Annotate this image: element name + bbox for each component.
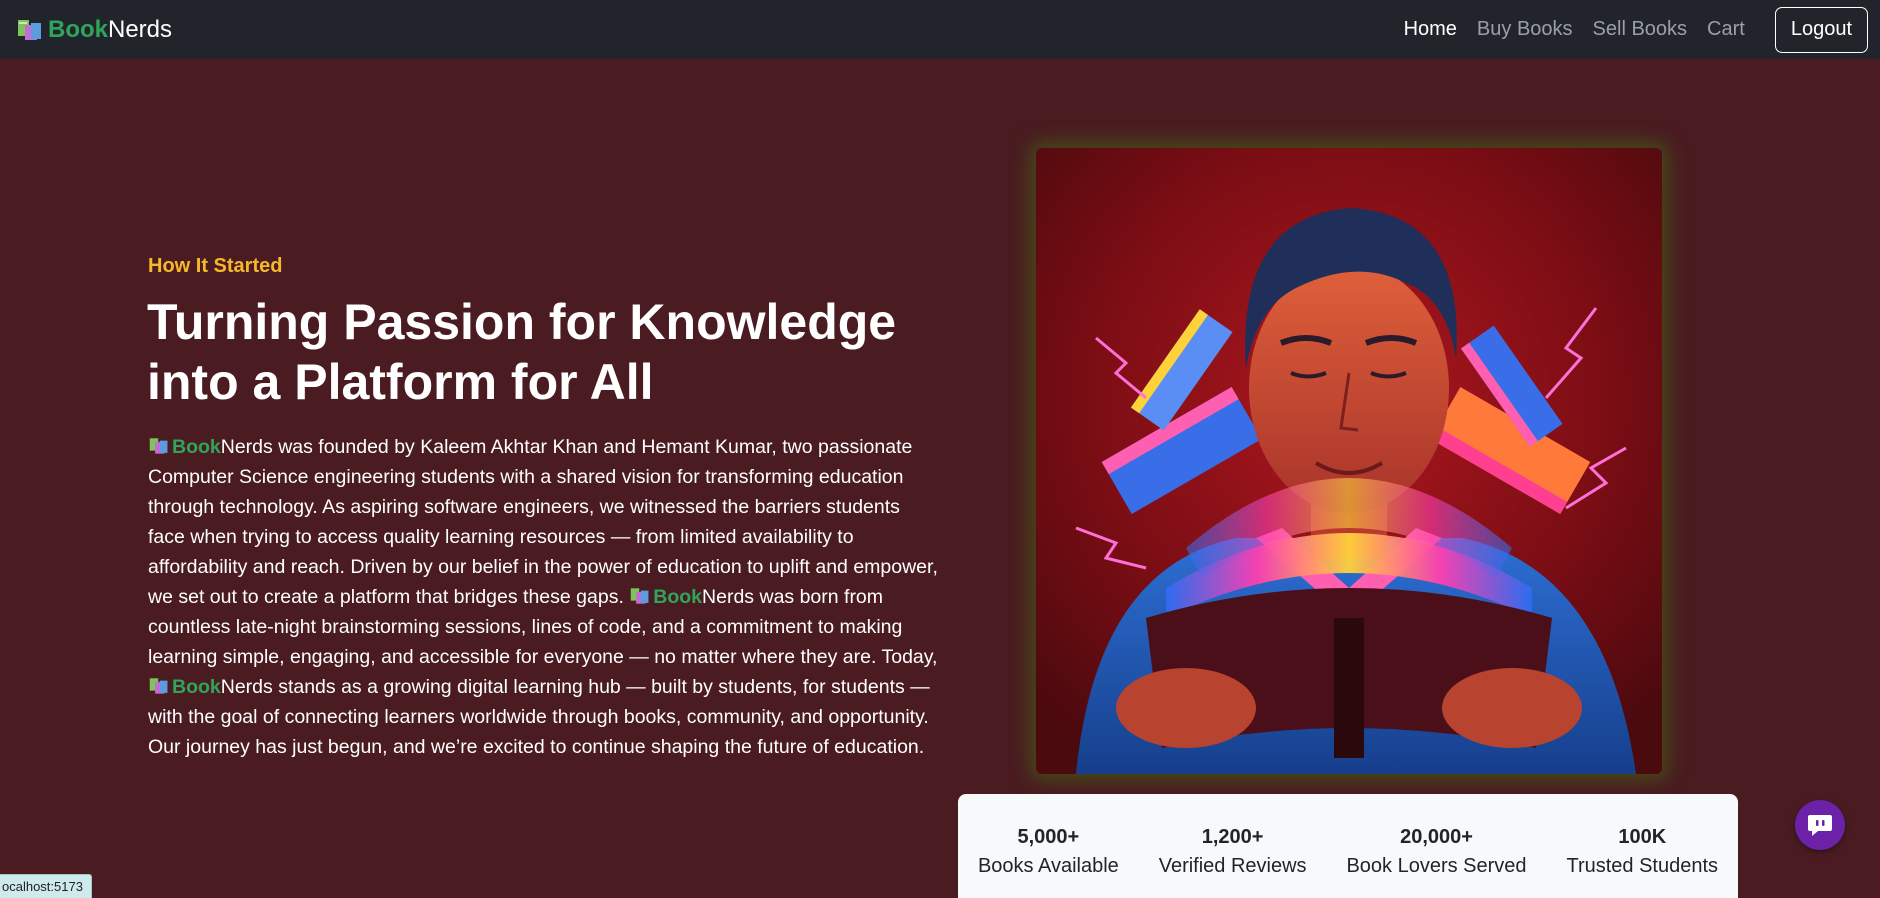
books-logo-icon [149,678,168,694]
status-url-tooltip: ocalhost:5173 [0,874,92,898]
books-logo-icon [18,19,41,40]
inline-brand: BookNerds [148,676,273,698]
hero-description: BookNerds was founded by Kaleem Akhtar K… [148,432,938,762]
stats-card: 5,000+ Books Available 1,200+ Verified R… [958,794,1738,898]
stat-trusted-students: 100K Trusted Students [1566,826,1718,898]
hero-body-part1: was founded by Kaleem Akhtar Khan and He… [148,436,938,608]
books-logo-icon [631,588,649,604]
man-reading-book-image [1036,148,1662,774]
nav-sell-books-link[interactable]: Sell Books [1593,18,1688,41]
navbar: Book Nerds Home Buy Books Sell Books Cart… [0,0,1880,59]
hero-title-line2: into a Platform for All [147,354,654,410]
brand-logo[interactable]: Book Nerds [16,16,172,44]
nav-cart-link[interactable]: Cart [1707,18,1745,41]
inline-brand-nerds: Nerds [702,586,755,608]
nav-links: Home Buy Books Sell Books Cart Logout [1384,6,1868,53]
stat-value: 1,200+ [1201,826,1264,848]
nav-buy-books-link[interactable]: Buy Books [1477,18,1573,41]
brand-nerds-text: Nerds [108,15,173,43]
logout-button[interactable]: Logout [1774,6,1868,53]
inline-brand-book: Book [172,436,221,458]
hero-title: Turning Passion for Knowledge into a Pla… [147,292,947,412]
inline-brand: BookNerds [629,586,754,608]
stat-value: 5,000+ [1017,826,1080,848]
inline-brand-nerds: Nerds [220,436,273,458]
hero-illustration [1036,148,1662,774]
stat-label: Trusted Students [1566,855,1719,877]
inline-brand-nerds: Nerds [220,676,273,698]
stat-label: Book Lovers Served [1346,855,1527,877]
chat-bubble-icon [1808,815,1832,836]
books-logo-icon [149,438,168,454]
stat-value: 20,000+ [1400,826,1473,848]
inline-brand: BookNerds [148,436,273,458]
inline-brand-book: Book [653,586,703,608]
inline-brand-book: Book [172,676,221,698]
hero-title-line1: Turning Passion for Knowledge [147,294,897,350]
chat-button[interactable] [1795,800,1845,850]
stat-book-lovers-served: 20,000+ Book Lovers Served [1346,826,1526,898]
stat-books-available: 5,000+ Books Available [978,826,1119,898]
nav-home-link[interactable]: Home [1404,18,1457,41]
hero-eyebrow: How It Started [148,255,283,277]
stat-label: Verified Reviews [1158,855,1307,877]
stat-value: 100K [1618,826,1667,848]
stat-label: Books Available [977,855,1119,877]
stat-verified-reviews: 1,200+ Verified Reviews [1159,826,1307,898]
brand-book-text: Book [48,15,108,43]
